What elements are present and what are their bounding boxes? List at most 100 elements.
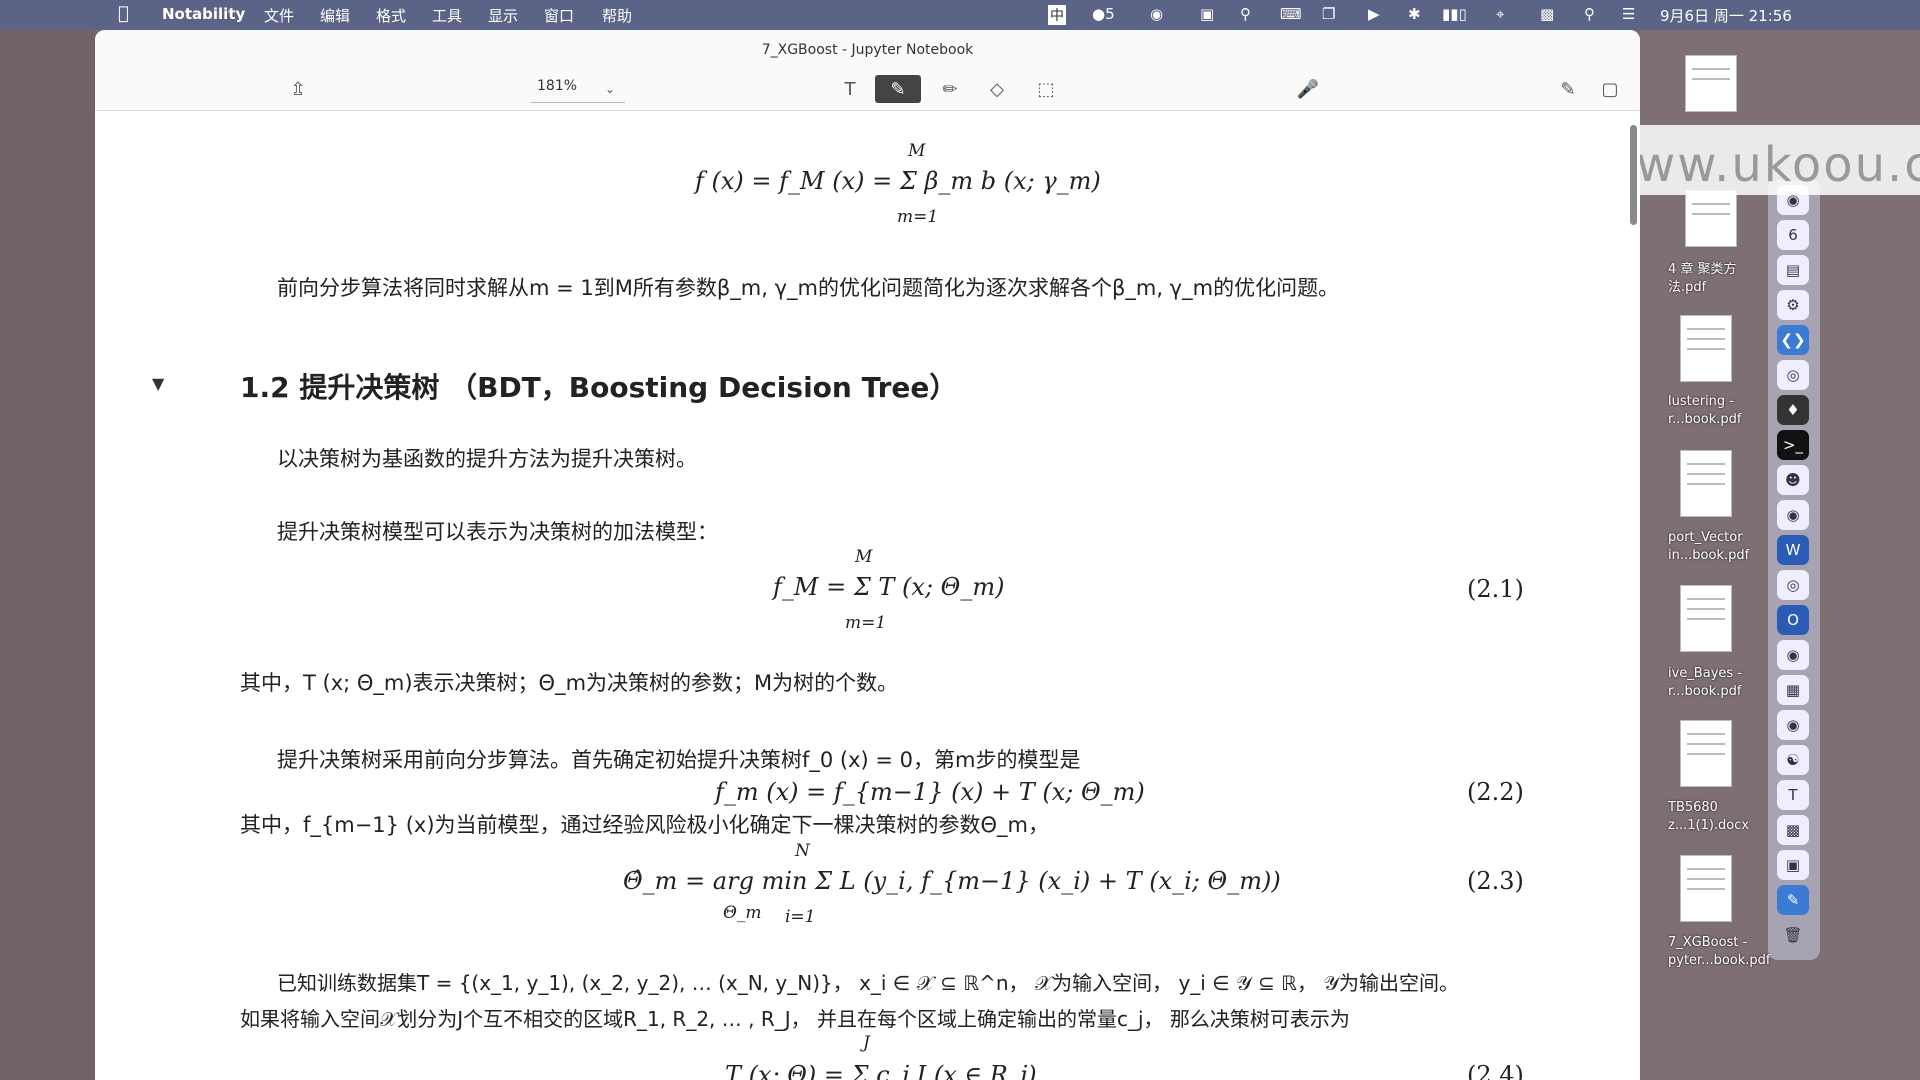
search-icon[interactable]: ⚲ [1240,5,1251,23]
sum-lower-limit: i=1 [785,907,816,927]
paragraph: 提升决策树采用前向分步算法。首先确定初始提升决策树f_0 (x) = 0，第m步… [277,748,1081,772]
app-icon[interactable]: ▣ [1777,850,1809,880]
pen-settings-icon[interactable]: ✎ [1553,75,1583,103]
text-tool-icon[interactable]: T [835,75,865,103]
file-label[interactable]: r...book.pdf [1668,684,1741,699]
app-icon[interactable]: ▦ [1777,675,1809,705]
paragraph: 前向分步算法将同时求解从m = 1到M所有参数β_m, γ_m的优化问题简化为逐… [277,276,1340,300]
wifi-icon[interactable]: ⌖ [1496,5,1504,23]
desktop-file-thumbnail[interactable] [1685,55,1737,112]
desktop-file-thumbnail[interactable] [1680,450,1732,517]
equation-top: f (x) = f_M (x) = Σ β_m b (x; γ_m) [695,167,1101,195]
file-label[interactable]: ive_Bayes - [1668,666,1742,681]
menu-file[interactable]: 文件 [264,5,294,26]
microphone-icon[interactable]: 🎤 [1293,75,1323,103]
zoom-level[interactable]: 181% [537,78,577,94]
dock: ◉ 6 ▤ ⚙ ❮❯ ◎ ♦ >_ ☻ ◉ W ◎ O ◉ ▦ ◉ ☯ T ▩ … [1768,180,1820,960]
github-icon[interactable]: ◉ [1777,710,1809,740]
app-icon[interactable]: ☯ [1777,745,1809,775]
menu-help[interactable]: 帮助 [602,5,632,26]
input-method-indicator[interactable]: 中 [1048,5,1066,25]
word-icon[interactable]: W [1777,535,1809,565]
calendar-icon[interactable]: 6 [1777,220,1809,250]
chevron-down-icon[interactable]: ⌄ [595,75,625,103]
play-icon[interactable]: ▶ [1368,5,1380,23]
menu-view[interactable]: 显示 [488,5,518,26]
equation-2-2: f_m (x) = f_{m−1} (x) + T (x; Θ_m) [715,778,1145,806]
desktop-file-thumbnail[interactable] [1680,720,1732,787]
document-page[interactable]: M f (x) = f_M (x) = Σ β_m b (x; γ_m) m=1… [95,111,1640,1080]
file-label[interactable]: in...book.pdf [1668,548,1749,563]
menu-format[interactable]: 格式 [376,5,406,26]
file-label[interactable]: 4 章 聚类方 [1668,258,1737,277]
highlighter-icon[interactable]: ✏ [935,75,965,103]
status-app-icon[interactable]: ▣ [1200,5,1214,23]
share-icon[interactable]: ⇫ [283,75,313,103]
qq-icon[interactable]: ☻ [1777,465,1809,495]
apple-menu-icon[interactable]:  [118,3,129,24]
sidebar-toggle-icon[interactable]: ▢ [1595,75,1625,103]
app-icon[interactable]: ▩ [1777,815,1809,845]
app-icon[interactable]: ◉ [1777,640,1809,670]
paragraph: 其中，T (x; Θ_m)表示决策树；Θ_m为决策树的参数；M为树的个数。 [240,671,899,695]
vscode-icon[interactable]: ❮❯ [1777,325,1809,355]
wechat-icon[interactable]: ◉ [1150,5,1163,23]
argmin-subscript: Θ_m [723,903,762,923]
eraser-icon[interactable]: ◇ [982,75,1012,103]
desktop-file-thumbnail[interactable] [1680,315,1732,382]
spotlight-icon[interactable]: ⚲ [1584,5,1595,23]
window-title: 7_XGBoost - Jupyter Notebook [761,42,974,58]
menu-tools[interactable]: 工具 [432,5,462,26]
clock[interactable]: 9月6日 周一 21:56 [1660,5,1792,26]
notes-icon[interactable]: ▤ [1777,255,1809,285]
collapse-triangle-icon[interactable]: ▼ [152,374,164,393]
paragraph: 已知训练数据集T = {(x_1, y_1), (x_2, y_2), … (x… [277,971,1460,995]
outlook-icon[interactable]: O [1777,605,1809,635]
control-center-icon[interactable]: ☰ [1622,5,1635,23]
equation-number: (2.4) [1467,1061,1524,1080]
notability-window: 7_XGBoost - Jupyter Notebook ⇫ 181% ⌄ T … [95,30,1640,1080]
desktop-left [0,30,95,1080]
equation-2-3: Θ̂_m = arg min Σ L (y_i, f_{m−1} (x_i) +… [623,867,1281,895]
keyboard-icon[interactable]: ⌨ [1280,5,1302,23]
scrollbar[interactable] [1630,125,1637,225]
equation-2-1: f_M = Σ T (x; Θ_m) [773,573,1005,601]
qq-status-icon[interactable]: ●5 [1092,5,1115,23]
terminal-icon[interactable]: >_ [1777,430,1809,460]
battery-icon[interactable]: ▮▮▯ [1442,5,1467,23]
file-label[interactable]: r...book.pdf [1668,412,1741,427]
settings-icon[interactable]: ⚙ [1777,290,1809,320]
trash-icon[interactable]: 🗑 [1777,920,1809,950]
file-label[interactable]: TB5680 [1668,800,1718,815]
equation-2-4: T (x; Θ) = Σ c_j I (x ∈ R_j) [725,1061,1037,1080]
sum-upper-limit: M [855,547,873,567]
app-icon[interactable]: ◎ [1777,360,1809,390]
wechat-dock-icon[interactable]: ◉ [1777,500,1809,530]
evernote-icon[interactable]: ♦ [1777,395,1809,425]
menu-app-name[interactable]: Notability [162,5,245,23]
bluetooth-icon[interactable]: ✱ [1408,5,1421,23]
menu-edit[interactable]: 编辑 [320,5,350,26]
menu-window[interactable]: 窗口 [544,5,574,26]
equation-number: (2.1) [1467,575,1524,603]
file-label[interactable]: 7_XGBoost - [1668,935,1747,950]
file-label[interactable]: lustering - [1668,394,1734,409]
desktop-file-thumbnail[interactable] [1685,190,1737,247]
pen-tool-icon[interactable]: ✎ [875,75,921,103]
sum-lower-limit: m=1 [845,613,887,633]
window-icon[interactable]: ❐ [1322,5,1335,23]
file-label[interactable]: port_Vector [1668,530,1743,545]
notability-icon[interactable]: ✎ [1777,885,1809,915]
paragraph: 提升决策树模型可以表示为决策树的加法模型： [277,520,718,544]
app-icon[interactable]: ◎ [1777,570,1809,600]
desktop-file-thumbnail[interactable] [1680,855,1732,922]
file-label[interactable]: pyter...book.pdf [1668,953,1771,968]
file-label[interactable]: 法.pdf [1668,276,1706,295]
desktop-file-thumbnail[interactable] [1680,585,1732,652]
zoom-underline [530,102,625,103]
qq-badge: 5 [1105,5,1115,23]
app-status-icon[interactable]: ▩ [1540,5,1554,23]
file-label[interactable]: z...1(1).docx [1668,818,1749,833]
lasso-select-icon[interactable]: ⬚ [1031,75,1061,103]
typora-icon[interactable]: T [1777,780,1809,810]
